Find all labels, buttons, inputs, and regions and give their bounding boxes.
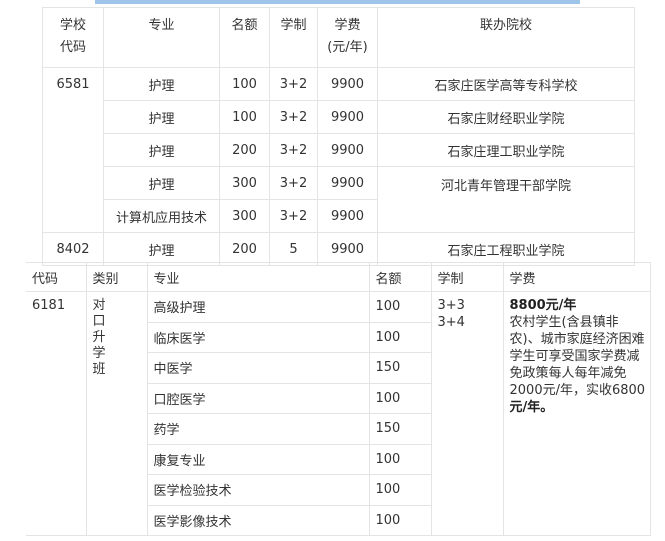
header-duration: 学制 bbox=[269, 7, 318, 68]
partner-cell: 石家庄财经职业学院 bbox=[377, 100, 635, 134]
quota-cell: 150 bbox=[368, 352, 431, 384]
table-row: 6581 护理 100 3+2 9900 石家庄医学高等专科学校 bbox=[42, 67, 635, 233]
quota-cell: 300 bbox=[219, 166, 270, 200]
header-partner: 联办院校 bbox=[377, 7, 635, 68]
header-code: 代码 bbox=[26, 262, 86, 292]
top-banner-strip bbox=[95, 0, 580, 4]
header-quota: 名额 bbox=[219, 7, 270, 68]
partner-cell: 石家庄工程职业学院 bbox=[377, 232, 635, 266]
fee-cell: 9900 bbox=[317, 232, 378, 266]
quota-cell: 100 bbox=[368, 505, 431, 536]
major-cell: 护理 bbox=[103, 232, 220, 266]
major-cell: 中医学 bbox=[146, 352, 369, 384]
fee-cell: 9900 bbox=[317, 100, 378, 134]
category-vertical: 对口升学班 bbox=[85, 291, 147, 536]
table-header-row: 学校 代码 专业 名额 学制 学费 (元/年) 联办院校 bbox=[42, 7, 635, 68]
major-cell: 医学影像技术 bbox=[146, 505, 369, 536]
major-cell: 护理 bbox=[103, 133, 220, 167]
table-header-row: 代码 类别 专业 名额 学制 学费 bbox=[26, 262, 651, 292]
major-cell: 康复专业 bbox=[146, 444, 369, 475]
header-category: 类别 bbox=[85, 262, 147, 292]
fee-cell: 9900 bbox=[317, 133, 378, 167]
duration-cell: 3+2 bbox=[269, 166, 318, 200]
major-cell: 临床医学 bbox=[146, 322, 369, 353]
table-row: 护理 300 3+2 9900 河北青年管理干部学院 bbox=[43, 166, 635, 233]
major-cell: 医学检验技术 bbox=[146, 474, 369, 506]
school-code: 8402 bbox=[42, 232, 104, 266]
articulation-class-table: 代码 类别 专业 名额 学制 学费 6181 对口升学班 高级护理 100 3+… bbox=[26, 262, 651, 536]
header-fee: 学费 (元/年) bbox=[317, 7, 378, 68]
quota-cell: 100 bbox=[368, 383, 431, 414]
duration-cell: 3+3 3+4 bbox=[430, 291, 503, 536]
header-fee: 学费 bbox=[502, 262, 651, 292]
header-duration: 学制 bbox=[430, 262, 503, 292]
quota-cell: 100 bbox=[219, 67, 270, 101]
duration-cell: 3+2 bbox=[269, 133, 318, 167]
header-quota: 名额 bbox=[368, 262, 431, 292]
duration-cell: 3+2 bbox=[269, 100, 318, 134]
fee-description: 8800元/年 农村学生(含县镇非农)、城市家庭经济困难学生可享受国家学费减免政策… bbox=[502, 291, 651, 536]
school-code: 6581 bbox=[42, 67, 104, 233]
partner-cell: 石家庄理工职业学院 bbox=[377, 133, 635, 167]
major-cell: 护理 bbox=[103, 100, 220, 134]
duration-cell: 5 bbox=[269, 232, 318, 266]
duration-cell: 3+2 bbox=[269, 67, 318, 101]
header-school-code: 学校 代码 bbox=[42, 7, 104, 68]
major-cell: 计算机应用技术 bbox=[103, 199, 220, 233]
table-row: 护理 200 3+2 9900 石家庄理工职业学院 bbox=[43, 133, 635, 167]
header-major: 专业 bbox=[103, 7, 220, 68]
fee-cell: 9900 bbox=[317, 166, 378, 200]
partner-cell: 河北青年管理干部学院 bbox=[377, 166, 635, 233]
partner-cell: 石家庄医学高等专科学校 bbox=[377, 67, 635, 101]
major-cell: 高级护理 bbox=[146, 291, 369, 323]
table-row: 护理 100 3+2 9900 石家庄财经职业学院 bbox=[43, 100, 635, 134]
fee-cell: 9900 bbox=[317, 199, 378, 233]
duration-cell: 3+2 bbox=[269, 199, 318, 233]
quota-cell: 100 bbox=[368, 474, 431, 506]
quota-cell: 100 bbox=[219, 100, 270, 134]
header-major: 专业 bbox=[146, 262, 369, 292]
major-cell: 护理 bbox=[103, 67, 220, 101]
quota-cell: 150 bbox=[368, 413, 431, 445]
fee-cell: 9900 bbox=[317, 67, 378, 101]
partner-school-table: 学校 代码 专业 名额 学制 学费 (元/年) 联办院校 6581 护理 100 3… bbox=[42, 7, 635, 266]
quota-cell: 200 bbox=[219, 232, 270, 266]
table-row: 6181 对口升学班 高级护理 100 3+3 3+4 8800元/年 农村学生(含… bbox=[26, 291, 651, 536]
major-cell: 护理 bbox=[103, 166, 220, 200]
class-code: 6181 bbox=[26, 291, 86, 536]
quota-cell: 100 bbox=[368, 322, 431, 353]
quota-cell: 100 bbox=[368, 291, 431, 323]
major-cell: 口腔医学 bbox=[146, 383, 369, 414]
major-cell: 药学 bbox=[146, 413, 369, 445]
quota-cell: 200 bbox=[219, 133, 270, 167]
quota-cell: 100 bbox=[368, 444, 431, 475]
table-row: 8402 护理 200 5 9900 石家庄工程职业学院 bbox=[42, 232, 635, 266]
quota-cell: 300 bbox=[219, 199, 270, 233]
